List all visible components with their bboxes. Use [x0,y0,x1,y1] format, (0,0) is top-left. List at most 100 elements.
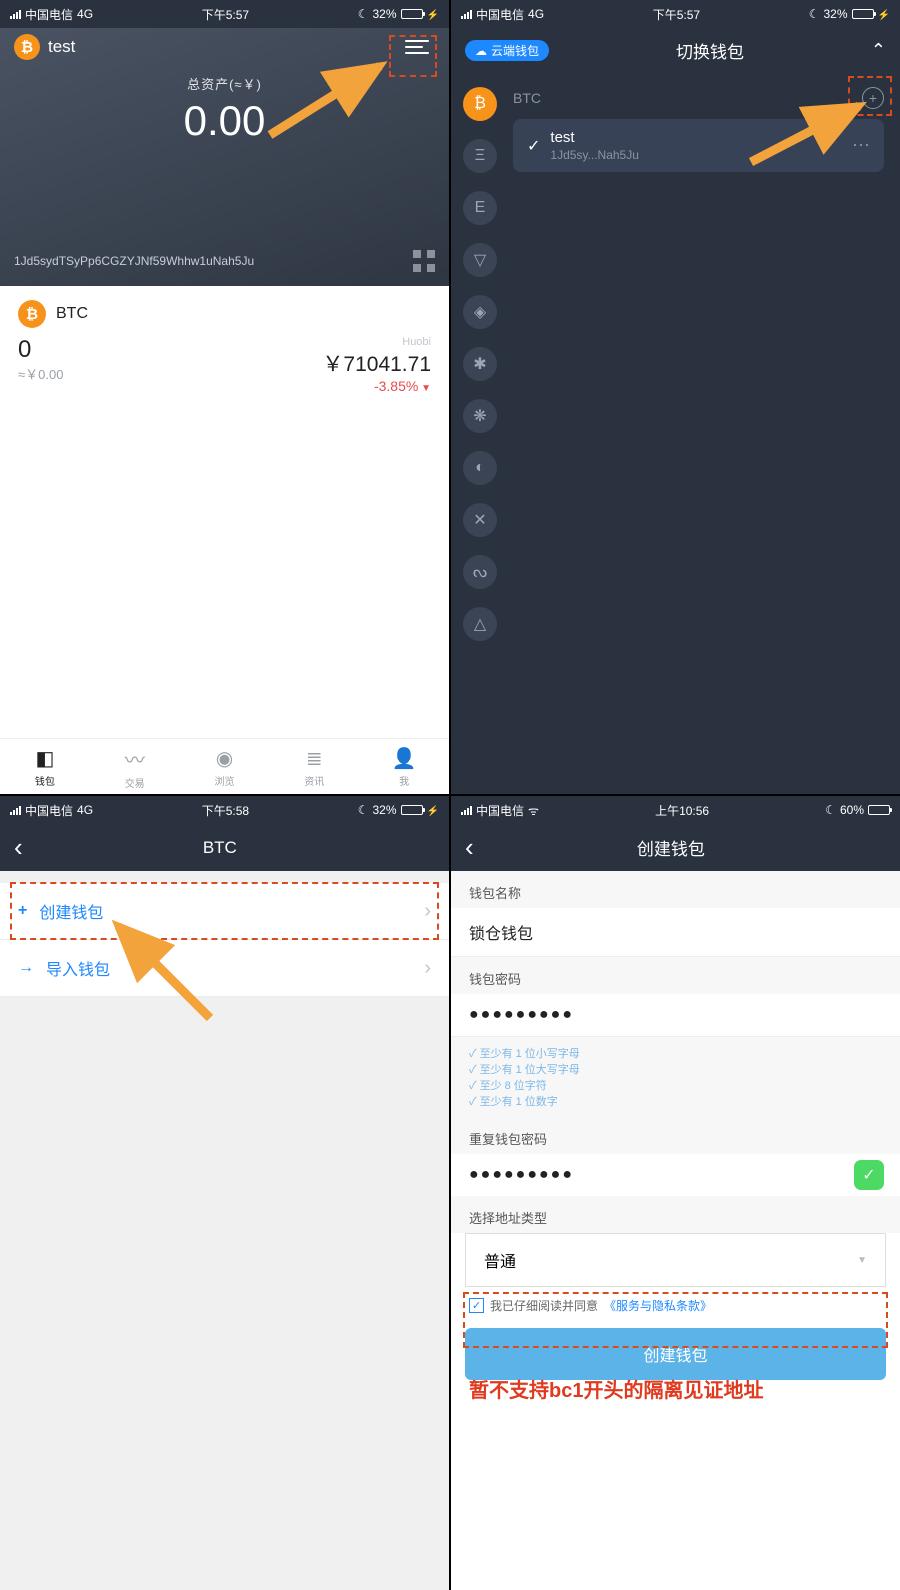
coin-icon[interactable]: ❋ [463,399,497,433]
wallet-address[interactable]: 1Jd5sydTSyPp6CGZYJNf59Whhw1uNah5Ju [14,254,254,268]
coin-icon[interactable]: ᔓ [463,555,497,589]
charging-icon [427,7,439,21]
chevron-right-icon [424,957,431,980]
signal-icon [461,806,472,815]
asset-row-btc[interactable]: ₿ BTC 0 ≈￥0.00 Huobi ￥71041.71 -3.85% [0,286,449,408]
bitcoin-icon: ₿ [18,300,46,328]
menu-button[interactable] [405,35,435,59]
battery-percent: 32% [373,803,397,817]
tab-label: 资讯 [304,773,324,788]
bottom-tabs: ◧钱包 〰交易 ◉ 浏览 ≣资讯 👤我 [0,738,449,794]
row-label: 创建钱包 [39,899,103,923]
cloud-wallet-pill[interactable]: 云端钱包 [465,40,549,61]
battery-icon [401,805,423,815]
coin-icon[interactable]: △ [463,607,497,641]
screen-create-wallet: 中国电信ᯤ 上午10:56 60% 创建钱包 钱包名称 锁仓钱包 钱包密码 ●●… [451,796,900,1590]
tab-browse[interactable]: ◉ 浏览 [180,739,270,794]
carrier-label: 中国电信 [25,802,73,819]
coin-eth-icon[interactable]: Ξ [463,139,497,173]
compass-icon: ◉ [216,746,233,771]
coin-ont-icon[interactable]: ◐ [463,451,497,485]
clock-label: 下午5:58 [202,802,249,819]
section-label: BTC [513,90,541,106]
wallet-title: test [48,37,75,57]
status-bar: 中国电信ᯤ 上午10:56 60% [451,796,900,824]
battery-icon [401,9,423,19]
asset-balance: 0 [18,336,63,364]
coin-eos-icon[interactable]: E [463,191,497,225]
tab-label: 浏览 [214,773,234,788]
dnd-icon [825,803,836,817]
terms-link[interactable]: 《服务与隐私条款》 [604,1297,712,1314]
tab-news[interactable]: ≣资讯 [269,739,359,794]
tab-trade[interactable]: 〰交易 [90,739,180,794]
back-button[interactable] [14,834,23,861]
coin-sidebar: ₿ Ξ E ▽ ◈ ✱ ❋ ◐ ✕ ᔓ △ [451,73,509,794]
clock-label: 上午10:56 [655,802,709,819]
asset-balance-fiat: ≈￥0.00 [18,364,63,383]
battery-percent: 60% [840,803,864,817]
create-wallet-row[interactable]: + 创建钱包 [0,883,449,940]
screen-btc-options: 中国电信4G 下午5:58 32% BTC + 创建钱包 导入钱包 [0,796,449,1590]
coin-bnb-icon[interactable]: ◈ [463,295,497,329]
password-input[interactable]: ●●●●●●●●● [451,994,900,1037]
repeat-password-label: 重复钱包密码 [451,1117,900,1154]
wallet-name: test [550,129,842,146]
charging-icon [878,7,890,21]
rule: 至少有 1 位数字 [469,1093,882,1109]
carrier-label: 中国电信 [25,6,73,23]
arrow-icon [18,959,34,977]
wallet-card[interactable]: test 1Jd5sy...Nah5Ju [513,119,884,172]
rule: 至少 8 位字符 [469,1077,882,1093]
asset-price: ￥71041.71 [322,348,431,378]
import-wallet-row[interactable]: 导入钱包 [0,940,449,997]
match-ok-icon: ✓ [854,1160,884,1190]
qr-icon[interactable] [413,250,435,272]
carrier-label: 中国电信 [476,802,524,819]
agree-checkbox[interactable]: ✓ [469,1298,484,1313]
back-button[interactable] [465,834,474,861]
collapse-icon[interactable] [871,40,886,61]
asset-symbol: BTC [56,305,88,323]
password-label: 钱包密码 [451,957,900,994]
screen-switch-wallet: 中国电信4G 下午5:57 32% 云端钱包 切换钱包 ₿ Ξ E ▽ ◈ ✱ … [451,0,900,794]
status-bar: 中国电信4G 下午5:57 32% [0,0,449,28]
status-bar: 中国电信4G 下午5:57 32% [451,0,900,28]
check-icon [527,136,540,156]
total-assets-label: 总资产(≈￥) [0,74,449,93]
pill-label: 云端钱包 [491,42,539,59]
trade-icon: 〰 [125,744,145,773]
wallet-icon: ◧ [35,746,54,771]
coin-icon[interactable]: ✕ [463,503,497,537]
rule: 至少有 1 位小写字母 [469,1045,882,1061]
coin-btc-icon[interactable]: ₿ [463,87,497,121]
tab-wallet[interactable]: ◧钱包 [0,739,90,794]
create-wallet-button[interactable]: 创建钱包 [465,1328,886,1380]
more-icon[interactable] [852,135,870,156]
wallet-address-short: 1Jd5sy...Nah5Ju [550,148,842,162]
clock-label: 下午5:57 [653,6,700,23]
repeat-password-input[interactable]: ●●●●●●●●● [451,1154,854,1196]
dnd-icon [809,7,820,21]
agree-row[interactable]: ✓ 我已仔细阅读并同意 《服务与隐私条款》 [451,1287,900,1316]
wallet-name-input[interactable]: 锁仓钱包 [451,908,900,957]
screen-wallet-home: 中国电信4G 下午5:57 32% ₿ test 总资产(≈￥) 0.00 1J… [0,0,449,794]
carrier-label: 中国电信 [476,6,524,23]
dropdown-icon [857,1255,867,1266]
address-type-label: 选择地址类型 [451,1196,900,1233]
signal-icon [10,10,21,19]
clock-label: 下午5:57 [202,6,249,23]
address-type-select[interactable]: 普通 [465,1233,886,1287]
coin-atom-icon[interactable]: ✱ [463,347,497,381]
charging-icon [427,803,439,817]
tab-me[interactable]: 👤我 [359,739,449,794]
nav-bar: BTC [0,824,449,871]
row-label: 导入钱包 [46,956,110,980]
page-title: BTC [23,838,417,858]
password-rules: 至少有 1 位小写字母 至少有 1 位大写字母 至少 8 位字符 至少有 1 位… [451,1037,900,1117]
chevron-right-icon [424,900,431,923]
coin-trx-icon[interactable]: ▽ [463,243,497,277]
signal-icon [10,806,21,815]
add-wallet-button[interactable]: + [862,87,884,109]
battery-icon [868,805,890,815]
